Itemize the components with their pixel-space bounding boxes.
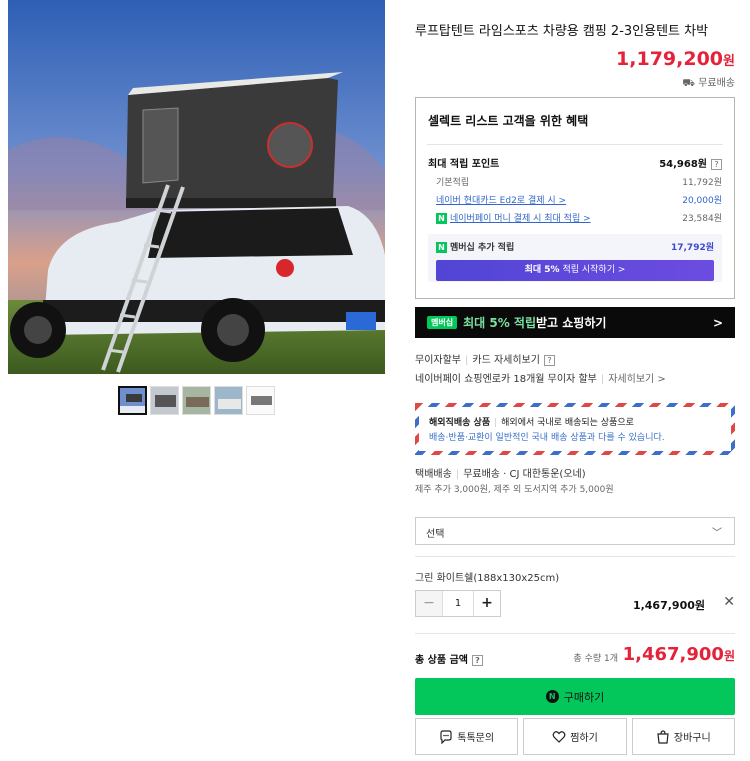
membership-start-button[interactable]: 최대 5% 적립 시작하기 >: [436, 260, 714, 281]
card-detail-link[interactable]: 카드 자세히보기: [472, 355, 540, 366]
max-points-label: 최대 적립 포인트: [428, 159, 500, 170]
help-icon[interactable]: ?: [711, 159, 722, 170]
benefit-title: 셀렉트 리스트 고객을 위한 혜택: [428, 114, 589, 128]
chat-icon: [440, 729, 452, 744]
shipping-info: ⛟ 무료배송: [682, 74, 735, 91]
inquiry-button[interactable]: 톡톡문의: [415, 718, 519, 755]
points-row-basic: 기본적립 11,792원: [428, 175, 722, 188]
thumbnail-3[interactable]: [182, 386, 211, 415]
cart-button[interactable]: 장바구니: [631, 718, 735, 755]
npay-link[interactable]: 네이버페이 머니 결제 시 최대 적립 >: [450, 214, 591, 224]
delivery-method: 택배배송: [415, 469, 452, 480]
price-unit: 원: [723, 54, 735, 69]
delivery-fee: 무료배송 · CJ 대한통운(오네): [463, 469, 586, 480]
overseas-desc2: 배송·반품·교환이 일반적인 국내 배송 상품과 다를 수 있습니다.: [429, 433, 665, 443]
membership-value: 17,792원: [670, 243, 714, 253]
installment-detail-link[interactable]: 자세히보기 >: [608, 374, 666, 385]
membership-btn-suffix: 적립 시작하기 >: [562, 265, 626, 275]
membership-badge: 멤버십: [427, 316, 458, 329]
banner-text: 받고 쇼핑하기: [535, 316, 607, 330]
npay-plus-icon: N: [436, 242, 447, 253]
divider: [415, 633, 735, 634]
option-select-label: 선택: [426, 529, 445, 540]
total-price: 1,467,900원: [623, 644, 735, 665]
total-count: 총 수량 1개: [573, 654, 618, 664]
qty-plus-button[interactable]: +: [474, 591, 500, 616]
points-row-card[interactable]: 네이버 현대카드 Ed2로 결제 시 > 20,000원: [428, 193, 722, 206]
qty-minus-button[interactable]: −: [416, 591, 442, 616]
installment-row: 무이자할부 | 카드 자세히보기?: [415, 351, 555, 366]
thumbnail-2[interactable]: [150, 386, 179, 415]
help-icon[interactable]: ?: [471, 655, 483, 666]
total-label-text: 총 상품 금액: [415, 655, 468, 666]
product-main-image[interactable]: [8, 0, 385, 374]
quantity-stepper: − 1 +: [415, 590, 501, 617]
price-value: 1,179,200: [616, 48, 724, 70]
action-buttons: 톡톡문의 찜하기 장바구니: [415, 718, 735, 755]
membership-label: 멤버십 추가 적립: [450, 243, 515, 253]
close-icon[interactable]: ✕: [723, 594, 735, 610]
product-price: 1,179,200원: [616, 48, 735, 70]
installment-label: 무이자할부: [415, 355, 461, 366]
card-link[interactable]: 네이버 현대카드 Ed2로 결제 시 >: [436, 193, 566, 206]
points-value: 11,792원: [682, 178, 722, 188]
cart-label: 장바구니: [673, 733, 711, 744]
max-points-row: 최대 적립 포인트 54,968원?: [428, 155, 722, 170]
membership-box: N 멤버십 추가 적립 17,792원 최대 5% 적립 시작하기 >: [428, 234, 722, 282]
buy-button[interactable]: N 구매하기: [415, 678, 735, 715]
total-label: 총 상품 금액?: [415, 651, 483, 666]
help-icon[interactable]: ?: [543, 355, 555, 366]
divider: [427, 144, 723, 145]
wish-button[interactable]: 찜하기: [523, 718, 627, 755]
chevron-down-icon: ﹀: [712, 528, 722, 539]
divider: [415, 556, 735, 557]
points-label: 기본적립: [436, 178, 470, 188]
selected-option-name: 그린 화이트쉘(188x130x25cm): [415, 573, 560, 584]
product-title: 루프탑텐트 라임스포츠 차량용 캠핑 2-3인용텐트 차박: [415, 24, 709, 39]
inquiry-label: 톡톡문의: [457, 733, 495, 744]
shipping-label: 무료배송: [698, 78, 735, 89]
membership-banner[interactable]: 멤버십 최대 5% 적립 받고 쇼핑하기 >: [415, 307, 735, 338]
option-price: 1,467,900원: [632, 599, 705, 612]
thumbnail-4[interactable]: [214, 386, 243, 415]
buy-label: 구매하기: [563, 690, 605, 704]
overseas-desc: 해외에서 국내로 배송되는 상품으로: [501, 418, 634, 428]
delivery-row: 택배배송 | 무료배송 · CJ 대한통운(오네): [415, 469, 586, 480]
heart-icon: [552, 730, 566, 743]
points-value: 23,584원: [682, 214, 722, 224]
npay-installment-row: 네이버페이 쇼핑엔로카 18개월 무이자 할부 | 자세히보기 >: [415, 374, 666, 385]
total-price-value: 1,467,900: [622, 644, 724, 665]
total-price-unit: 원: [723, 649, 735, 663]
delivery-extra: 제주 추가 3,000원, 제주 외 도서지역 추가 5,000원: [415, 485, 614, 495]
thumbnail-5[interactable]: [246, 386, 275, 415]
membership-btn-prefix: 최대 5%: [524, 265, 560, 275]
truck-icon: ⛟: [682, 78, 695, 89]
thumbnail-list: [118, 386, 275, 415]
npay-installment-text: 네이버페이 쇼핑엔로카 18개월 무이자 할부: [415, 374, 597, 385]
wish-label: 찜하기: [570, 733, 598, 744]
banner-pct: 최대 5% 적립: [463, 316, 536, 330]
points-row-npay[interactable]: N 네이버페이 머니 결제 시 최대 적립 > 23,584원: [428, 211, 722, 224]
overseas-shipping-box: 해외직배송 상품 | 해외에서 국내로 배송되는 상품으로 배송·반품·교환이 일반…: [415, 403, 735, 455]
chevron-right-icon: >: [712, 315, 723, 330]
naver-pay-icon: N: [545, 690, 559, 703]
points-value: 20,000원: [682, 196, 722, 206]
benefit-box: 셀렉트 리스트 고객을 위한 혜택 최대 적립 포인트 54,968원? 기본적…: [415, 97, 735, 299]
shopping-bag-icon: [657, 729, 669, 744]
qty-value[interactable]: 1: [442, 591, 474, 616]
thumbnail-1[interactable]: [118, 386, 147, 415]
option-select[interactable]: 선택 ﹀: [415, 517, 735, 545]
product-gallery: [0, 0, 395, 761]
overseas-label: 해외직배송 상품: [429, 418, 491, 428]
npay-icon: N: [436, 213, 447, 224]
max-points-value: 54,968원: [659, 159, 707, 170]
